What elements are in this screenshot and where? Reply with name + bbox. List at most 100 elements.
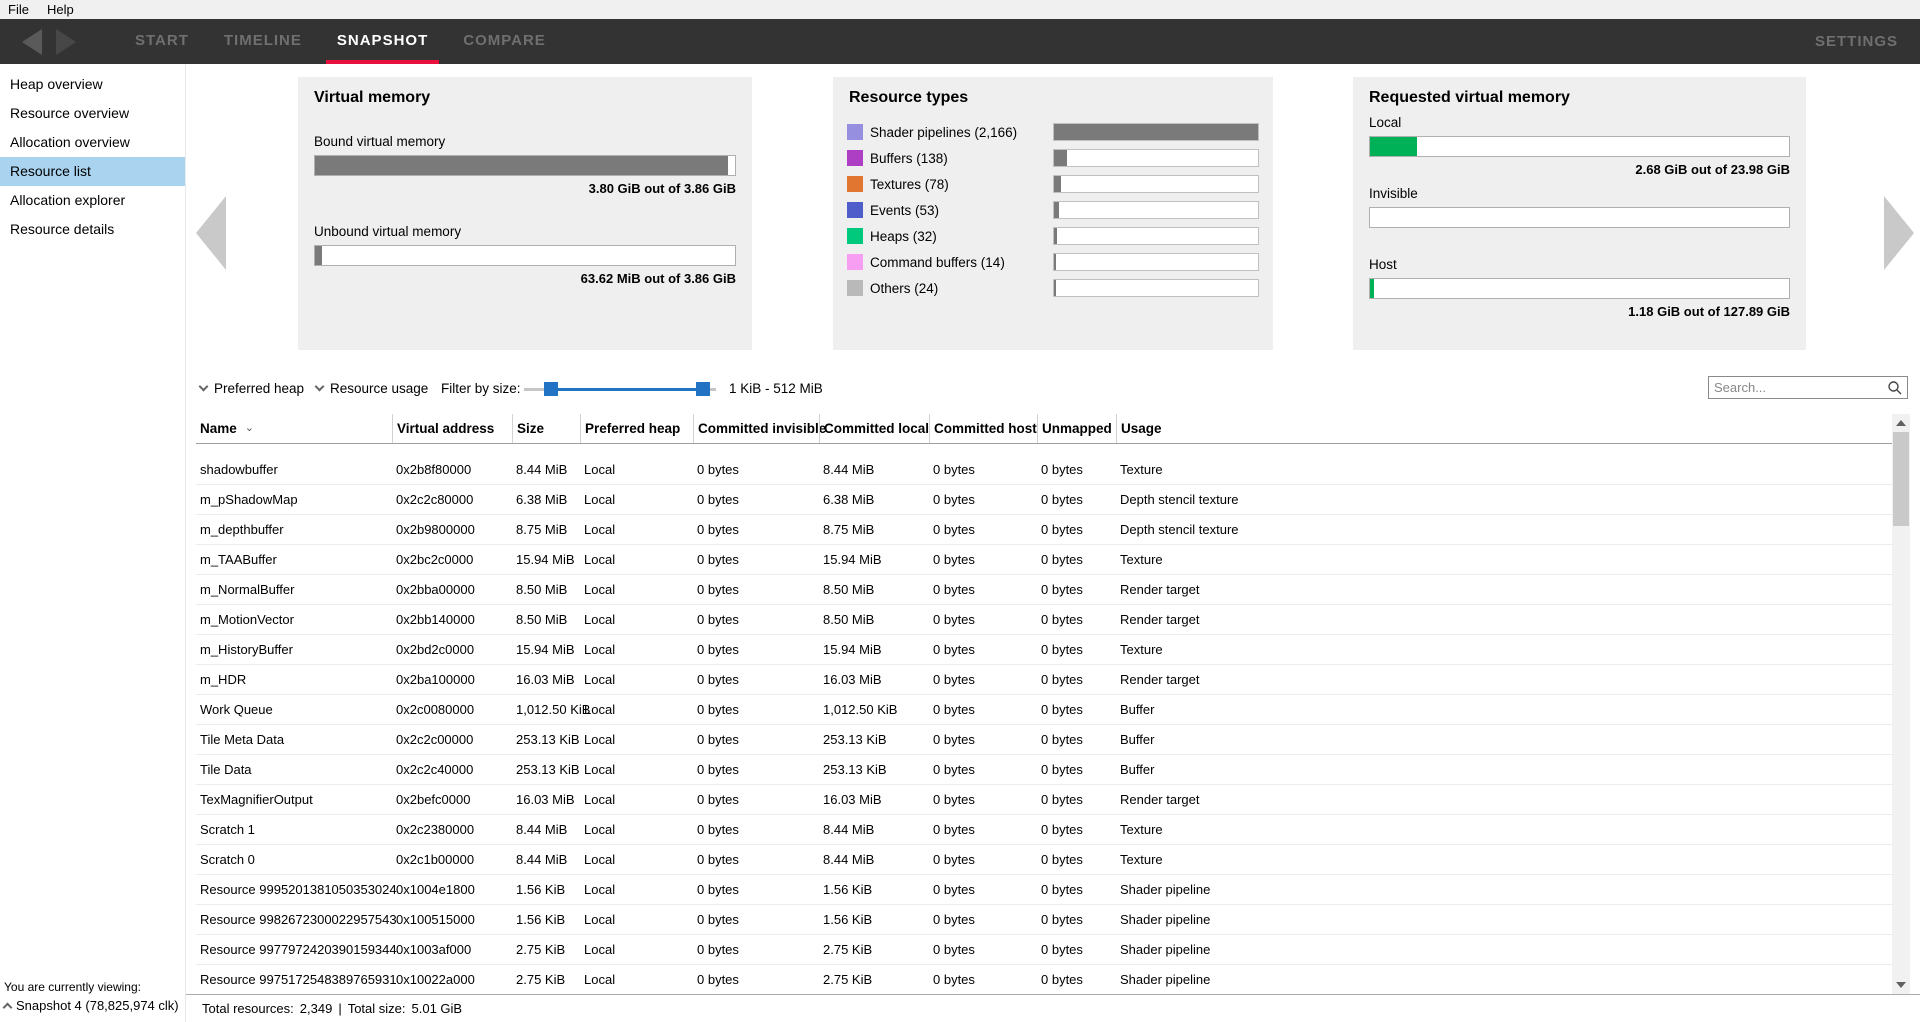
cell-unmapped: 0 bytes: [1037, 755, 1116, 785]
cell-committed-invisible: 0 bytes: [693, 635, 819, 665]
back-arrow-icon[interactable]: [22, 29, 42, 55]
table-row[interactable]: Scratch 10x2c23800008.44 MiBLocal0 bytes…: [196, 815, 1892, 845]
cell-unmapped: 0 bytes: [1037, 815, 1116, 845]
table-row[interactable]: Work Queue0x2c00800001,012.50 KiBLocal0 …: [196, 695, 1892, 725]
triangle-up-icon: [1896, 420, 1906, 426]
cell-size: 8.50 MiB: [512, 575, 580, 605]
table-row[interactable]: Tile Data0x2c2c40000253.13 KiBLocal0 byt…: [196, 755, 1892, 785]
cell-virtual-address: 0x1003af000: [392, 935, 512, 965]
memory-section-label: Bound virtual memory: [314, 134, 736, 150]
cell-virtual-address: 0x2ba100000: [392, 665, 512, 695]
tab-start[interactable]: START: [124, 19, 200, 64]
column-header-committed-local[interactable]: Committed local: [819, 414, 929, 443]
snapshot-label: Snapshot 4 (78,825,974 clk): [16, 998, 179, 1013]
cell-committed-host: 0 bytes: [929, 545, 1037, 575]
preferred-heap-filter-label: Preferred heap: [214, 381, 304, 396]
previous-pane-arrow[interactable]: [196, 196, 226, 270]
table-row[interactable]: Resource 99751725483897659310x10022a0002…: [196, 965, 1892, 995]
tab-settings[interactable]: SETTINGS: [1815, 19, 1898, 64]
table-row[interactable]: m_MotionVector0x2bb1400008.50 MiBLocal0 …: [196, 605, 1892, 635]
search-input[interactable]: [1714, 378, 1884, 397]
slider-min-handle[interactable]: [544, 382, 558, 396]
cell-preferred-heap: Local: [580, 935, 693, 965]
memory-section-bound-virtual-memory: Bound virtual memory3.80 GiB out of 3.86…: [314, 134, 736, 197]
cell-committed-local: 15.94 MiB: [819, 635, 929, 665]
legend-label: Command buffers (14): [870, 255, 1005, 270]
column-header-committed-invisible[interactable]: Committed invisible: [693, 414, 819, 443]
next-pane-arrow[interactable]: [1884, 196, 1914, 270]
column-header-committed-host[interactable]: Committed host: [929, 414, 1037, 443]
preferred-heap-filter[interactable]: Preferred heap: [200, 373, 304, 404]
sidebar-item-resource-overview[interactable]: Resource overview: [0, 99, 185, 128]
scrollbar-up-button[interactable]: [1892, 414, 1910, 432]
table-row[interactable]: shadowbuffer0x2b8f800008.44 MiBLocal0 by…: [196, 455, 1892, 485]
cell-preferred-heap: Local: [580, 845, 693, 875]
cell-committed-local: 2.75 KiB: [819, 965, 929, 995]
cell-unmapped: 0 bytes: [1037, 515, 1116, 545]
column-header-virtual-address[interactable]: Virtual address: [392, 414, 512, 443]
requested-memory-sections: Local2.68 GiB out of 23.98 GiBInvisibleH…: [1353, 115, 1806, 320]
cell-usage: Shader pipeline: [1116, 935, 1892, 965]
legend-label: Shader pipelines (2,166): [870, 125, 1017, 140]
menu-help[interactable]: Help: [39, 2, 84, 17]
table-row[interactable]: Resource 99779724203901593440x1003af0002…: [196, 935, 1892, 965]
scrollbar-down-button[interactable]: [1892, 976, 1910, 994]
cell-virtual-address: 0x2c2380000: [392, 815, 512, 845]
table-row[interactable]: m_HistoryBuffer0x2bd2c000015.94 MiBLocal…: [196, 635, 1892, 665]
tab-snapshot[interactable]: SNAPSHOT: [326, 19, 439, 64]
cell-preferred-heap: Local: [580, 965, 693, 995]
current-snapshot[interactable]: Snapshot 4 (78,825,974 clk): [4, 998, 184, 1013]
tab-compare[interactable]: COMPARE: [452, 19, 557, 64]
table-row[interactable]: Scratch 00x2c1b000008.44 MiBLocal0 bytes…: [196, 845, 1892, 875]
cell-virtual-address: 0x2bc2c0000: [392, 545, 512, 575]
legend-bar: [1053, 227, 1259, 245]
cell-committed-local: 8.75 MiB: [819, 515, 929, 545]
sidebar-item-resource-details[interactable]: Resource details: [0, 215, 185, 244]
forward-arrow-icon[interactable]: [56, 29, 76, 55]
sidebar-item-allocation-explorer[interactable]: Allocation explorer: [0, 186, 185, 215]
cell-size: 16.03 MiB: [512, 785, 580, 815]
column-header-usage[interactable]: Usage: [1116, 414, 1892, 443]
cell-usage: Shader pipeline: [1116, 875, 1892, 905]
cell-size: 16.03 MiB: [512, 665, 580, 695]
legend-swatch-icon: [847, 228, 863, 244]
cell-unmapped: 0 bytes: [1037, 605, 1116, 635]
memory-bar: [314, 155, 736, 176]
table-row[interactable]: m_TAABuffer0x2bc2c000015.94 MiBLocal0 by…: [196, 545, 1892, 575]
column-header-name[interactable]: Name⌄: [196, 414, 392, 443]
vertical-scrollbar[interactable]: [1892, 414, 1910, 994]
tab-timeline[interactable]: TIMELINE: [213, 19, 313, 64]
cell-committed-local: 1.56 KiB: [819, 875, 929, 905]
table-row[interactable]: m_depthbuffer0x2b98000008.75 MiBLocal0 b…: [196, 515, 1892, 545]
menu-file[interactable]: File: [0, 2, 39, 17]
cell-size: 1,012.50 KiB: [512, 695, 580, 725]
table-row[interactable]: TexMagnifierOutput0x2befc000016.03 MiBLo…: [196, 785, 1892, 815]
table-row[interactable]: Resource 99952013810503530240x1004e18001…: [196, 875, 1892, 905]
cell-name: m_pShadowMap: [196, 485, 392, 515]
cell-name: Tile Meta Data: [196, 725, 392, 755]
resource-usage-filter[interactable]: Resource usage: [316, 373, 428, 404]
column-header-size[interactable]: Size: [512, 414, 580, 443]
sidebar-item-resource-list[interactable]: Resource list: [0, 157, 185, 186]
table-row[interactable]: Resource 99826723000229575430x1005150001…: [196, 905, 1892, 935]
scrollbar-thumb[interactable]: [1893, 432, 1909, 526]
slider-max-handle[interactable]: [696, 382, 710, 396]
legend-label: Buffers (138): [870, 151, 948, 166]
cell-name: m_TAABuffer: [196, 545, 392, 575]
size-filter-slider[interactable]: [524, 382, 716, 396]
cell-committed-invisible: 0 bytes: [693, 515, 819, 545]
column-header-unmapped[interactable]: Unmapped: [1037, 414, 1116, 443]
legend-swatch-icon: [847, 176, 863, 192]
table-row[interactable]: m_HDR0x2ba10000016.03 MiBLocal0 bytes16.…: [196, 665, 1892, 695]
table-row[interactable]: m_pShadowMap0x2c2c800006.38 MiBLocal0 by…: [196, 485, 1892, 515]
cell-committed-local: 8.44 MiB: [819, 455, 929, 485]
table-row[interactable]: Tile Meta Data0x2c2c00000253.13 KiBLocal…: [196, 725, 1892, 755]
sidebar-item-allocation-overview[interactable]: Allocation overview: [0, 128, 185, 157]
column-header-preferred-heap[interactable]: Preferred heap: [580, 414, 693, 443]
table-row[interactable]: m_NormalBuffer0x2bba000008.50 MiBLocal0 …: [196, 575, 1892, 605]
cell-committed-host: 0 bytes: [929, 965, 1037, 995]
search-icon[interactable]: [1887, 380, 1903, 396]
sidebar-item-heap-overview[interactable]: Heap overview: [0, 70, 185, 99]
cell-usage: Texture: [1116, 635, 1892, 665]
cell-preferred-heap: Local: [580, 725, 693, 755]
